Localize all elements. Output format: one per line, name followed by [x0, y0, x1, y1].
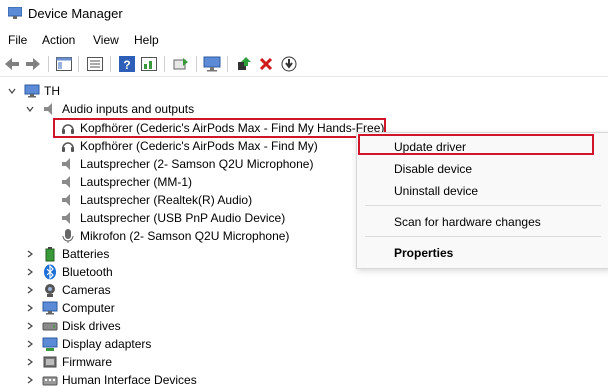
category-label: Disk drives [62, 319, 121, 333]
category-disk-drives[interactable]: Disk drives [0, 317, 200, 335]
firmware-icon [43, 356, 57, 368]
chevron-right-icon[interactable] [26, 340, 34, 348]
category-label: Firmware [62, 355, 112, 369]
category-bluetooth[interactable]: Bluetooth [0, 263, 200, 281]
action-icon[interactable] [140, 55, 158, 73]
chevron-right-icon[interactable] [26, 268, 34, 276]
device-label: Lautsprecher (2- Samson Q2U Microphone) [80, 157, 314, 171]
help-icon[interactable]: ? [118, 55, 136, 73]
chevron-right-icon[interactable] [26, 304, 34, 312]
device-microphone-samson[interactable]: Mikrofon (2- Samson Q2U Microphone) [0, 227, 390, 245]
device-speaker-samson[interactable]: Lautsprecher (2- Samson Q2U Microphone) [0, 155, 390, 173]
chevron-right-icon[interactable] [26, 358, 34, 366]
headphones-icon [62, 142, 74, 152]
device-speaker-realtek[interactable]: Lautsprecher (Realtek(R) Audio) [0, 191, 390, 209]
speaker-icon [62, 212, 70, 224]
chevron-right-icon[interactable] [26, 286, 34, 294]
device-speaker-usb[interactable]: Lautsprecher (USB PnP Audio Device) [0, 209, 390, 227]
back-icon[interactable] [3, 55, 21, 73]
menu-bar: File Action View Help [0, 30, 608, 50]
category-audio[interactable]: Audio inputs and outputs [0, 100, 260, 118]
menu-file[interactable]: File [8, 33, 27, 47]
menu-disable-device[interactable]: Disable device [394, 159, 472, 179]
camera-icon [45, 284, 55, 297]
category-firmware[interactable]: Firmware [0, 353, 200, 371]
window-title: Device Manager [28, 6, 123, 21]
category-label: Human Interface Devices [62, 373, 197, 387]
uninstall-icon[interactable] [257, 55, 275, 73]
menu-separator [365, 205, 601, 206]
menu-view[interactable]: View [93, 33, 119, 47]
speaker-icon [62, 194, 70, 206]
device-label: Lautsprecher (USB PnP Audio Device) [80, 211, 286, 225]
chevron-down-icon[interactable] [26, 105, 34, 113]
view-icon[interactable] [86, 55, 104, 73]
menu-separator [365, 236, 601, 237]
speaker-icon [62, 158, 70, 170]
battery-icon [45, 247, 55, 262]
category-batteries[interactable]: Batteries [0, 245, 200, 263]
device-label: Lautsprecher (MM-1) [80, 175, 193, 189]
category-label: Batteries [62, 247, 110, 261]
forward-icon[interactable] [24, 55, 42, 73]
title-bar: Device Manager [0, 0, 608, 28]
menu-help[interactable]: Help [134, 33, 159, 47]
speaker-icon [44, 103, 52, 115]
bluetooth-icon [44, 264, 56, 280]
chevron-right-icon[interactable] [26, 322, 34, 330]
download-icon[interactable] [280, 55, 298, 73]
category-label: Bluetooth [62, 265, 113, 279]
highlight-box [53, 118, 386, 138]
category-computer[interactable]: Computer [0, 299, 200, 317]
category-display-adapters[interactable]: Display adapters [0, 335, 200, 353]
display-adapter-icon [42, 337, 58, 351]
menu-uninstall-device[interactable]: Uninstall device [394, 181, 478, 201]
svg-text:?: ? [123, 58, 130, 72]
computer-icon [42, 301, 58, 315]
menu-action[interactable]: Action [42, 33, 75, 47]
menu-properties[interactable]: Properties [394, 243, 453, 263]
scan-icon[interactable] [172, 55, 190, 73]
tree-root[interactable]: TH [0, 82, 200, 100]
device-manager-icon [8, 7, 22, 19]
device-headphones-findmy[interactable]: Kopfhörer (Cederic's AirPods Max - Find … [0, 137, 390, 155]
category-label: Audio inputs and outputs [62, 102, 195, 116]
computer-icon [24, 84, 40, 98]
chevron-right-icon[interactable] [26, 250, 34, 258]
category-label: Display adapters [62, 337, 152, 351]
microphone-icon [62, 229, 74, 243]
tree-root-label: TH [44, 84, 60, 98]
chevron-down-icon[interactable] [8, 87, 16, 95]
category-cameras[interactable]: Cameras [0, 281, 200, 299]
menu-scan-hardware[interactable]: Scan for hardware changes [394, 212, 541, 232]
speaker-icon [62, 176, 70, 188]
toolbar: ? [0, 52, 608, 77]
update-driver-icon[interactable] [235, 55, 253, 73]
category-hid[interactable]: Human Interface Devices [0, 371, 220, 389]
device-label: Mikrofon (2- Samson Q2U Microphone) [80, 229, 290, 243]
device-label: Lautsprecher (Realtek(R) Audio) [80, 193, 253, 207]
category-label: Cameras [62, 283, 111, 297]
disk-drive-icon [42, 322, 58, 331]
device-label: Kopfhörer (Cederic's AirPods Max - Find … [80, 139, 318, 153]
device-speaker-mm1[interactable]: Lautsprecher (MM-1) [0, 173, 390, 191]
chevron-right-icon[interactable] [26, 376, 34, 384]
category-label: Computer [62, 301, 115, 315]
properties-pane-icon[interactable] [55, 55, 73, 73]
monitor-icon[interactable] [203, 55, 221, 73]
hid-icon [42, 376, 58, 386]
highlight-box [358, 134, 594, 155]
